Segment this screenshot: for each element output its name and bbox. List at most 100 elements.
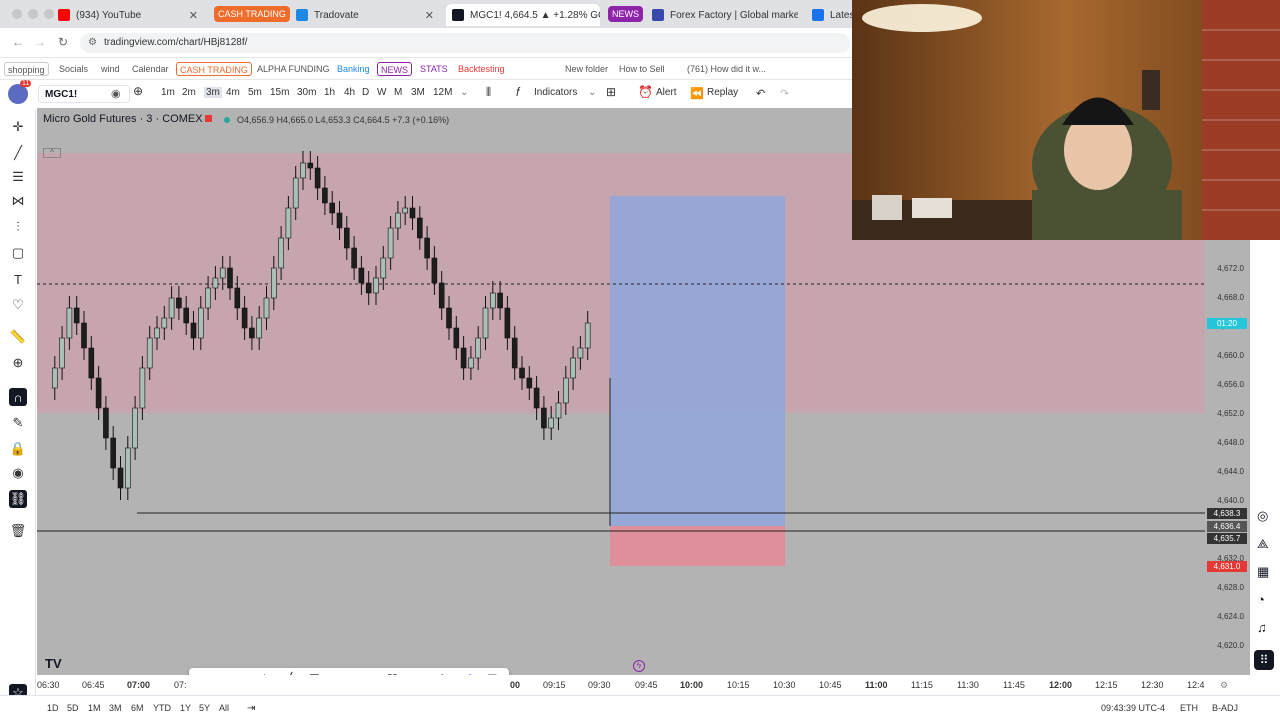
- bookmark-backtesting[interactable]: Backtesting: [455, 62, 508, 76]
- bookmark-shopping[interactable]: shopping: [4, 62, 49, 76]
- position-target-zone[interactable]: [610, 196, 785, 526]
- zoom-in-icon[interactable]: ⊕: [9, 354, 27, 372]
- bookmark-alpha-funding[interactable]: ALPHA FUNDING: [254, 62, 333, 76]
- bookmark-cash-trading[interactable]: CASH TRADING: [176, 62, 252, 76]
- position-stop-zone[interactable]: [610, 526, 785, 566]
- indicators-button[interactable]: Indicators: [534, 87, 577, 98]
- forward-icon[interactable]: →: [34, 35, 46, 49]
- bookmark-new-folder[interactable]: New folder: [562, 62, 611, 76]
- browser-tab-latest[interactable]: Latest: [806, 4, 852, 26]
- link-icon[interactable]: ⛓: [9, 490, 27, 508]
- window-minimize-button[interactable]: [28, 9, 38, 19]
- window-close-button[interactable]: [12, 9, 22, 19]
- tab-group-news[interactable]: NEWS: [608, 6, 643, 22]
- range-1y[interactable]: 1Y: [180, 703, 191, 713]
- browser-tab-tradovate[interactable]: Tradovate ✕: [290, 4, 440, 26]
- range-3m[interactable]: 3M: [109, 703, 122, 713]
- flag-icon[interactable]: [205, 115, 212, 122]
- chevron-down-icon[interactable]: ⌄: [588, 87, 596, 98]
- replay-button[interactable]: Replay: [707, 87, 738, 98]
- stay-in-drawing-mode-icon[interactable]: ✎: [9, 414, 27, 432]
- url-field[interactable]: ⚙ tradingview.com/chart/HBj8128f/: [80, 33, 850, 53]
- range-5y[interactable]: 5Y: [199, 703, 210, 713]
- interval-4m[interactable]: 4m: [226, 87, 240, 98]
- eye-icon[interactable]: ◉: [111, 87, 121, 100]
- interval-w[interactable]: W: [377, 87, 386, 98]
- gear-icon[interactable]: ⚙: [1220, 680, 1228, 691]
- interval-3m[interactable]: 3m: [204, 87, 222, 98]
- alarm-icon[interactable]: ⏰: [638, 85, 653, 99]
- redo-icon[interactable]: ↷: [780, 87, 789, 100]
- interval-2m[interactable]: 2m: [182, 87, 196, 98]
- chevron-down-icon[interactable]: ⌄: [460, 87, 468, 98]
- lightning-event-icon[interactable]: ϟ: [633, 660, 645, 672]
- undo-icon[interactable]: ↶: [756, 87, 765, 100]
- interval-5m[interactable]: 5m: [248, 87, 262, 98]
- bookmark-banking[interactable]: Banking: [334, 62, 373, 76]
- tab-group-cash-trading[interactable]: CASH TRADING: [214, 6, 290, 22]
- compare-symbol-icon[interactable]: ⊕: [133, 84, 143, 98]
- layouts-icon[interactable]: ⊞: [606, 85, 616, 99]
- interval-30m[interactable]: 30m: [297, 87, 316, 98]
- close-tab-icon[interactable]: ✕: [419, 9, 434, 22]
- alert-button[interactable]: Alert: [656, 87, 677, 98]
- trend-line-icon[interactable]: ╱: [9, 144, 27, 162]
- interval-15m[interactable]: 15m: [270, 87, 289, 98]
- range-ytd[interactable]: YTD: [153, 703, 171, 713]
- browser-tab-forex-factory[interactable]: Forex Factory | Global market ✕: [646, 4, 798, 26]
- avatar[interactable]: 11: [8, 80, 32, 104]
- forecasting-icon[interactable]: ⫶: [9, 218, 27, 236]
- interval-1m[interactable]: 1m: [161, 87, 175, 98]
- site-settings-icon[interactable]: ⚙: [88, 33, 97, 53]
- bell-icon[interactable]: ♫: [1257, 620, 1267, 635]
- rewind-icon[interactable]: ⏪: [690, 87, 704, 100]
- magnet-icon[interactable]: ∩: [9, 388, 27, 406]
- fib-retracement-icon[interactable]: ☰: [9, 168, 27, 186]
- interval-1h[interactable]: 1h: [324, 87, 335, 98]
- interval-d[interactable]: D: [362, 87, 369, 98]
- session-toggle[interactable]: ETH: [1180, 703, 1198, 713]
- crosshair-icon[interactable]: ✛: [9, 118, 27, 136]
- clock-readout[interactable]: 09:43:39 UTC-4: [1101, 703, 1165, 713]
- go-to-date-icon[interactable]: ⇥: [247, 703, 255, 714]
- bookmark-wind[interactable]: wind: [98, 62, 123, 76]
- back-icon[interactable]: ←: [12, 35, 24, 49]
- geometric-shapes-icon[interactable]: ▢: [9, 244, 27, 262]
- pattern-icon[interactable]: ⋈: [9, 192, 27, 210]
- reload-icon[interactable]: ↻: [58, 35, 68, 49]
- bookmark-how-did-it[interactable]: (761) How did it w...: [684, 62, 769, 76]
- calendar-icon[interactable]: ▦: [1257, 564, 1269, 580]
- bookmark-how-to-sell[interactable]: How to Sell: [616, 62, 668, 76]
- time-scale[interactable]: 06:30 06:45 07:00 07: 00 09:15 09:30 09:…: [37, 675, 1250, 695]
- browser-tab-tradingview[interactable]: MGC1! 4,664.5 ▲ +1.28% GC ✕: [446, 4, 600, 26]
- range-6m[interactable]: 6M: [131, 703, 144, 713]
- interval-m[interactable]: M: [394, 87, 402, 98]
- candles-icon[interactable]: ⫴: [486, 85, 491, 100]
- interval-12m[interactable]: 12M: [433, 87, 452, 98]
- apps-grid-icon[interactable]: ⠿: [1254, 650, 1274, 670]
- interval-4h[interactable]: 4h: [344, 87, 355, 98]
- target-icon[interactable]: ◎: [1257, 508, 1268, 524]
- indicators-icon[interactable]: 𝑓: [516, 85, 520, 100]
- symbol-search[interactable]: MGC1! ◉: [38, 85, 130, 103]
- adjustment-toggle[interactable]: B-ADJ: [1212, 703, 1238, 713]
- bookmark-news[interactable]: NEWS: [377, 62, 412, 76]
- close-tab-icon[interactable]: ✕: [183, 9, 198, 22]
- ruler-icon[interactable]: 📏: [9, 328, 27, 346]
- collapse-legend-icon[interactable]: ^: [43, 148, 61, 158]
- browser-tab-youtube[interactable]: (934) YouTube ✕: [52, 4, 204, 26]
- range-1m[interactable]: 1M: [88, 703, 101, 713]
- lock-icon[interactable]: 🔒: [9, 440, 27, 458]
- bookmark-calendar[interactable]: Calendar: [129, 62, 172, 76]
- bookmark-stats[interactable]: STATS: [417, 62, 451, 76]
- interval-3m-month[interactable]: 3M: [411, 87, 425, 98]
- range-all[interactable]: All: [219, 703, 229, 713]
- range-5d[interactable]: 5D: [67, 703, 79, 713]
- favorites-icon[interactable]: ♡: [9, 296, 27, 314]
- trash-icon[interactable]: 🗑: [9, 522, 27, 540]
- price-scale[interactable]: 4,672.0 4,668.0 4,664.0 4,660.0 4,656.0 …: [1205, 240, 1250, 675]
- eye-icon[interactable]: ◉: [9, 464, 27, 482]
- broadcast-icon[interactable]: ◔: [1257, 592, 1265, 607]
- text-icon[interactable]: T: [9, 270, 27, 288]
- layers-icon[interactable]: ⟁: [1257, 536, 1269, 552]
